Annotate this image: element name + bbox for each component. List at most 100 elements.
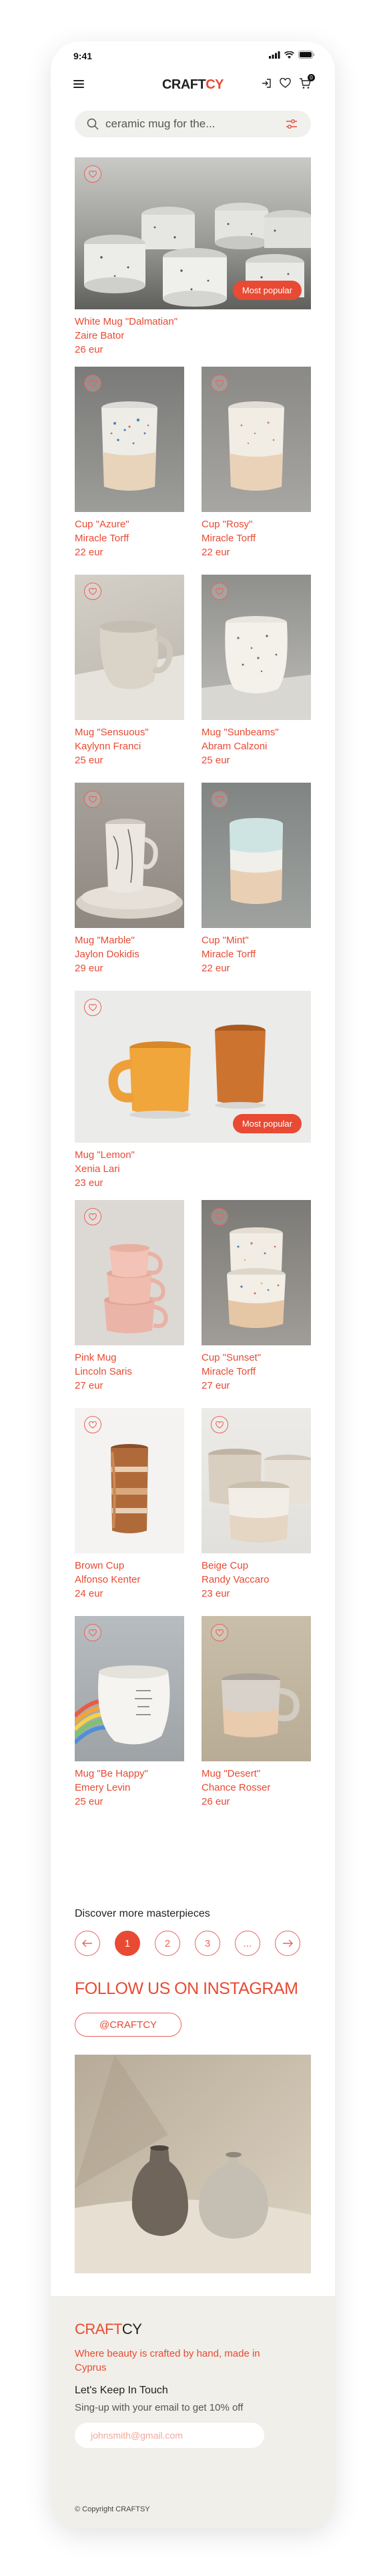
product-image[interactable] [202, 367, 311, 512]
filter-icon[interactable] [286, 119, 298, 129]
arrow-right-icon [283, 1939, 293, 1947]
product-card[interactable]: Most popular Mug "Lemon" Xenia Lari 23 e… [75, 991, 311, 1190]
page-button-2[interactable]: 2 [155, 1931, 180, 1956]
product-maker: Alfonso Kenter [75, 1574, 141, 1585]
signal-icon [269, 51, 280, 59]
product-name[interactable]: Brown Cup [75, 1559, 184, 1573]
page-button-1[interactable]: 1 [115, 1931, 140, 1956]
search-input[interactable] [104, 117, 267, 131]
product-card[interactable]: Brown Cup Alfonso Kenter 24 eur [75, 1408, 184, 1601]
product-card[interactable]: Beige Cup Randy Vaccaro 23 eur [202, 1408, 311, 1601]
prev-page-button[interactable] [75, 1931, 100, 1956]
product-name[interactable]: Cup "Sunset" [202, 1351, 311, 1365]
product-card[interactable]: Mug "Sunbeams" Abram Calzoni 25 eur [202, 575, 311, 767]
product-card[interactable]: Mug "Marble" Jaylon Dokidis 29 eur [75, 783, 184, 975]
product-card[interactable]: Mug "Sensuous" Kaylynn Franci 25 eur [75, 575, 184, 767]
heart-icon [89, 795, 97, 803]
product-name[interactable]: Mug "Sunbeams" [202, 725, 311, 739]
product-image[interactable] [202, 575, 311, 720]
product-price: 25 eur [202, 755, 230, 766]
product-maker: Miracle Torff [75, 533, 129, 544]
favorite-button[interactable] [84, 999, 101, 1016]
search-icon [87, 118, 99, 130]
product-name[interactable]: Beige Cup [202, 1559, 311, 1573]
favorite-button[interactable] [211, 791, 228, 808]
favorite-button[interactable] [84, 1208, 101, 1225]
product-name[interactable]: Pink Mug [75, 1351, 184, 1365]
product-card[interactable]: Cup "Sunset" Miracle Torff 27 eur [202, 1200, 311, 1393]
product-image[interactable] [202, 1408, 311, 1553]
product-name[interactable]: Mug "Lemon" [75, 1148, 311, 1162]
product-card[interactable]: Cup "Azure" Miracle Torff 22 eur [75, 367, 184, 559]
wifi-icon [284, 51, 294, 59]
product-card[interactable]: Cup "Mint" Miracle Torff 22 eur [202, 783, 311, 975]
product-name[interactable]: Cup "Mint" [202, 933, 311, 947]
product-image[interactable] [202, 1200, 311, 1345]
instagram-image[interactable] [75, 2055, 311, 2273]
product-price: 22 eur [75, 547, 103, 558]
product-price: 29 eur [75, 963, 103, 974]
footer-logo[interactable]: CRAFTCY [75, 2321, 142, 2338]
favorite-button[interactable] [84, 1624, 101, 1641]
product-image[interactable] [75, 1616, 184, 1761]
product-card[interactable]: Cup "Rosy" Miracle Torff 22 eur [202, 367, 311, 559]
product-image[interactable] [202, 783, 311, 928]
favorite-button[interactable] [211, 1416, 228, 1433]
product-image[interactable]: Most popular [75, 991, 311, 1143]
product-image[interactable] [75, 367, 184, 512]
app-header: CRAFTCY 0 [51, 72, 335, 99]
email-field[interactable] [75, 2423, 264, 2448]
page-ellipsis[interactable]: ... [235, 1931, 260, 1956]
favorite-button[interactable] [211, 1208, 228, 1225]
heart-icon [89, 1421, 97, 1429]
favorite-button[interactable] [211, 375, 228, 392]
product-price: 25 eur [75, 755, 103, 766]
favorite-button[interactable] [84, 165, 101, 183]
product-price: 27 eur [75, 1380, 103, 1391]
product-name[interactable]: Cup "Azure" [75, 517, 184, 531]
product-image[interactable] [75, 575, 184, 720]
heart-icon [216, 1421, 224, 1429]
footer: CRAFTCY Where beauty is crafted by hand,… [51, 2296, 335, 2528]
favorite-button[interactable] [84, 583, 101, 600]
product-card[interactable]: Mug "Be Happy" Emery Levin 25 eur [75, 1616, 184, 1809]
wishlist-icon[interactable] [280, 78, 291, 89]
heart-icon [89, 1213, 97, 1221]
heart-icon [216, 1213, 224, 1221]
product-name[interactable]: Mug "Marble" [75, 933, 184, 947]
product-info: Brown Cup Alfonso Kenter 24 eur [75, 1559, 184, 1601]
login-icon[interactable] [261, 78, 272, 89]
next-page-button[interactable] [275, 1931, 300, 1956]
page-button-3[interactable]: 3 [195, 1931, 220, 1956]
instagram-handle-button[interactable]: @CRAFTCY [75, 2013, 181, 2037]
instagram-photo [75, 2055, 311, 2273]
product-name[interactable]: Mug "Be Happy" [75, 1767, 184, 1781]
product-info: Beige Cup Randy Vaccaro 23 eur [202, 1559, 311, 1601]
favorite-button[interactable] [211, 583, 228, 600]
product-card[interactable]: Pink Mug Lincoln Saris 27 eur [75, 1200, 184, 1393]
product-maker: Emery Levin [75, 1782, 131, 1793]
favorite-button[interactable] [84, 375, 101, 392]
product-name[interactable]: Mug "Desert" [202, 1767, 311, 1781]
product-card[interactable]: Most popular White Mug "Dalmatian" Zaire… [75, 157, 311, 357]
product-name[interactable]: Mug "Sensuous" [75, 725, 184, 739]
product-image[interactable] [75, 1200, 184, 1345]
cart-button[interactable]: 0 [299, 74, 315, 89]
product-price: 23 eur [75, 1177, 103, 1189]
favorite-button[interactable] [84, 791, 101, 808]
product-maker: Zaire Bator [75, 330, 125, 341]
product-name[interactable]: White Mug "Dalmatian" [75, 315, 311, 329]
pagination: 1 2 3 ... [75, 1931, 300, 1956]
favorite-button[interactable] [84, 1416, 101, 1433]
product-card[interactable]: Mug "Desert" Chance Rosser 26 eur [202, 1616, 311, 1809]
arrow-left-icon [82, 1939, 92, 1947]
product-image[interactable] [75, 783, 184, 928]
product-image[interactable]: Most popular [75, 157, 311, 309]
product-image[interactable] [202, 1616, 311, 1761]
status-time: 9:41 [73, 51, 93, 61]
favorite-button[interactable] [211, 1624, 228, 1641]
product-name[interactable]: Cup "Rosy" [202, 517, 311, 531]
most-popular-badge: Most popular [232, 281, 302, 300]
most-popular-badge: Most popular [232, 1114, 302, 1133]
product-image[interactable] [75, 1408, 184, 1553]
